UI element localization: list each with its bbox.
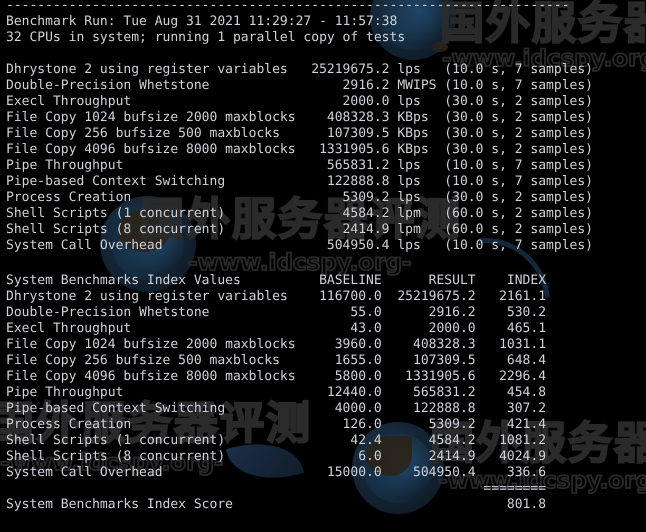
index-table-row: Shell Scripts (8 concurrent) 6.0 2414.9 … (6, 449, 546, 465)
index-table-row: Double-Precision Whetstone 55.0 2916.2 5… (6, 305, 546, 321)
cpu-info-line: 32 CPUs in system; running 1 parallel co… (6, 30, 405, 46)
result-row: Process Creation 5309.2 lps (30.0 s, 2 s… (6, 190, 593, 206)
result-row: Shell Scripts (1 concurrent) 4584.2 lpm … (6, 206, 593, 222)
top-divider: ----------------------------------------… (6, 0, 570, 12)
result-row: System Call Overhead 504950.4 lps (10.0 … (6, 238, 593, 254)
index-table-row: System Call Overhead 15000.0 504950.4 33… (6, 465, 546, 481)
index-table-row: File Copy 4096 bufsize 8000 maxblocks 58… (6, 369, 546, 385)
result-row: File Copy 1024 bufsize 2000 maxblocks 40… (6, 110, 593, 126)
index-rule: ======== (6, 481, 546, 497)
terminal-output: ----------------------------------------… (0, 0, 646, 532)
index-table-row: Execl Throughput 43.0 2000.0 465.1 (6, 321, 546, 337)
index-table-row: Pipe-based Context Switching 4000.0 1228… (6, 401, 546, 417)
index-table-row: Pipe Throughput 12440.0 565831.2 454.8 (6, 385, 546, 401)
result-row: File Copy 256 bufsize 500 maxblocks 1073… (6, 126, 593, 142)
result-row: File Copy 4096 bufsize 8000 maxblocks 13… (6, 142, 593, 158)
result-row: Pipe Throughput 565831.2 lps (10.0 s, 7 … (6, 158, 593, 174)
result-row: Pipe-based Context Switching 122888.8 lp… (6, 174, 593, 190)
result-row: Dhrystone 2 using register variables 252… (6, 62, 593, 78)
index-table-row: File Copy 1024 bufsize 2000 maxblocks 39… (6, 337, 546, 353)
result-row: Double-Precision Whetstone 2916.2 MWIPS … (6, 78, 593, 94)
index-table-row: File Copy 256 bufsize 500 maxblocks 1655… (6, 353, 546, 369)
index-table-row: Process Creation 126.0 5309.2 421.4 (6, 417, 546, 433)
result-row: Execl Throughput 2000.0 lps (30.0 s, 2 s… (6, 94, 593, 110)
result-row: Shell Scripts (8 concurrent) 2414.9 lpm … (6, 222, 593, 238)
index-table-row: Dhrystone 2 using register variables 116… (6, 289, 546, 305)
index-table-row: Shell Scripts (1 concurrent) 42.4 4584.2… (6, 433, 546, 449)
index-table-header: System Benchmarks Index Values BASELINE … (6, 273, 546, 289)
index-score-row: System Benchmarks Index Score 801.8 (6, 497, 546, 513)
benchmark-run-line: Benchmark Run: Tue Aug 31 2021 11:29:27 … (6, 14, 397, 30)
